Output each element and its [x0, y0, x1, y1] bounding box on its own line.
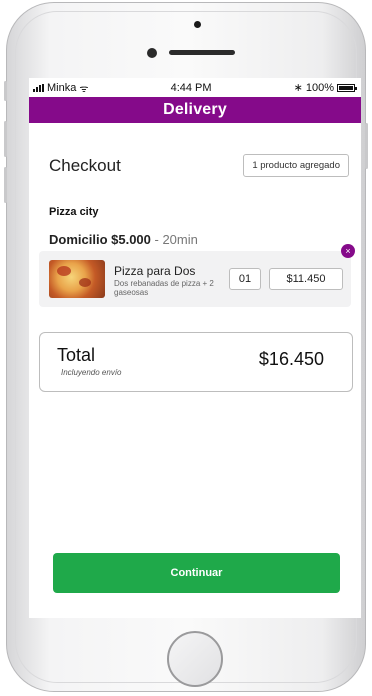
remove-item-button[interactable]: × [341, 244, 355, 258]
status-bar: Minka ᯤ 4:44 PM ∗ 100% [29, 78, 361, 97]
top-sensor [194, 21, 201, 28]
continue-button[interactable]: Continuar [53, 553, 340, 593]
bluetooth-icon: ∗ [293, 82, 303, 94]
volume-up-button [4, 121, 7, 157]
earpiece-speaker [169, 50, 235, 55]
status-time: 4:44 PM [170, 81, 212, 94]
volume-down-button [4, 167, 7, 203]
cart-item: Pizza para Dos Dos rebanadas de pizza + … [39, 251, 351, 307]
checkout-row: Checkout 1 producto agregado [49, 154, 349, 177]
signal-icon [33, 83, 44, 92]
mute-switch [4, 81, 7, 101]
front-camera [147, 48, 157, 58]
pizza-thumbnail [49, 260, 105, 298]
status-left: Minka ᯤ [33, 81, 88, 95]
header-title: Delivery [163, 101, 227, 118]
total-value: $16.450 [258, 349, 324, 369]
item-description: Dos rebanadas de pizza + 2 gaseosas [114, 279, 214, 297]
total-card: Total Incluyendo envío $16.450 [39, 332, 353, 392]
status-right: ∗ 100% [293, 81, 357, 94]
app-header: Delivery [29, 97, 361, 123]
close-icon: × [345, 246, 351, 256]
continue-label: Continuar [170, 567, 223, 579]
item-name: Pizza para Dos [114, 264, 196, 278]
total-label: Total [57, 345, 96, 365]
item-price: $11.450 [269, 268, 343, 290]
page-title: Checkout [49, 155, 121, 175]
quantity-input[interactable]: 01 [229, 268, 261, 290]
delivery-fee-line: Domicilio $5.000 - 20min [49, 232, 198, 247]
power-button [365, 123, 368, 169]
home-button[interactable] [167, 631, 223, 687]
battery-percent: 100% [305, 81, 334, 94]
wifi-icon: ᯤ [79, 83, 89, 95]
added-count-badge[interactable]: 1 producto agregado [243, 154, 349, 177]
carrier-name: Minka [47, 81, 77, 94]
store-name: Pizza city [49, 206, 99, 218]
delivery-fee: Domicilio $5.000 [49, 232, 151, 247]
battery-icon [337, 83, 357, 92]
app-screen: Minka ᯤ 4:44 PM ∗ 100% Delivery Checkout… [29, 78, 361, 618]
delivery-time: - 20min [150, 232, 198, 247]
total-sublabel: Incluyendo envío [61, 368, 122, 377]
